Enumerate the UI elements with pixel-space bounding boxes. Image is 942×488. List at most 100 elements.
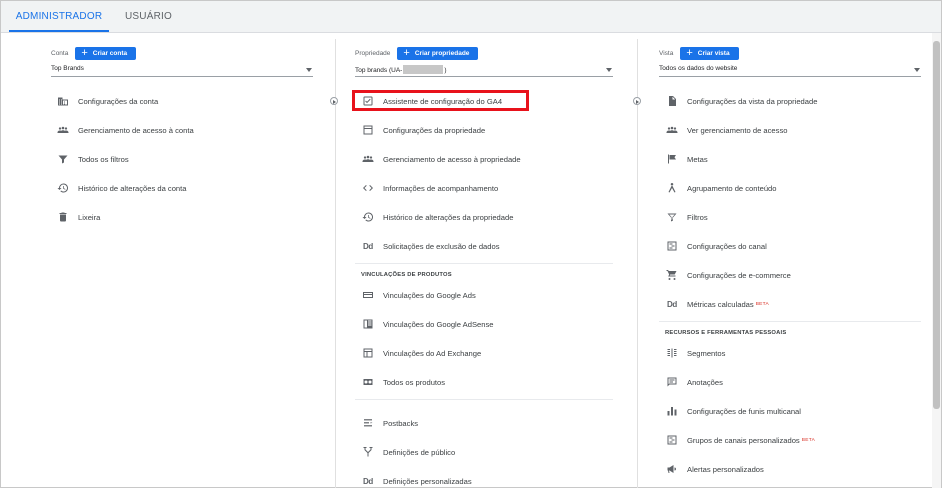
menu-item-label: Alertas personalizados xyxy=(687,464,764,474)
people-icon xyxy=(665,123,679,137)
menu-item-label: Lixeira xyxy=(78,212,101,222)
menu-item-label: Configurações da vista da propriedade xyxy=(687,96,818,106)
property-change-history-item[interactable]: Histórico de alterações da propriedade xyxy=(361,208,513,226)
menu-item-label: Todos os filtros xyxy=(78,154,129,164)
all-filters-item[interactable]: Todos os filtros xyxy=(56,150,129,168)
menu-item-label: Agrupamento de conteúdo xyxy=(687,183,777,193)
plus-icon: + xyxy=(403,46,410,59)
property-selector[interactable]: Top brands (UA-) xyxy=(355,65,613,77)
menu-item-label: Histórico de alterações da propriedade xyxy=(383,212,514,222)
custom-definitions-item[interactable]: Dd Definições personalizadas xyxy=(361,472,472,488)
menu-item-label: Configurações de funis multicanal xyxy=(687,406,801,416)
menu-item-label: Segmentos xyxy=(687,348,726,358)
scrollbar-thumb[interactable] xyxy=(933,41,940,409)
admin-page: ADMINISTRADOR USUÁRIO Conta + Criar cont… xyxy=(0,0,942,488)
view-header: Vista + Criar vista xyxy=(659,45,739,61)
expand-arrow-icon[interactable] xyxy=(330,97,338,105)
adsense-links-item[interactable]: Vinculações do Google AdSense xyxy=(361,315,493,333)
menu-item-label: Solicitações de exclusão de dados xyxy=(383,241,500,251)
account-change-history-item[interactable]: Histórico de alterações da conta xyxy=(56,179,186,197)
calculated-metrics-item[interactable]: Dd Métricas calculadas BETA xyxy=(665,295,769,313)
create-view-label: Criar vista xyxy=(697,49,730,57)
beta-badge: BETA xyxy=(801,437,816,443)
window-icon xyxy=(361,123,375,137)
menu-item-label: Ver gerenciamento de acesso xyxy=(687,125,788,135)
annotations-item[interactable]: Anotações xyxy=(665,373,723,391)
menu-item-label: Vinculações do Ad Exchange xyxy=(383,348,482,358)
google-ads-links-item[interactable]: Vinculações do Google Ads xyxy=(361,286,476,304)
menu-item-label: Gerenciamento de acesso à propriedade xyxy=(383,154,521,164)
trash-icon xyxy=(56,210,70,224)
dd-icon: Dd xyxy=(666,299,678,309)
account-access-management-item[interactable]: Gerenciamento de acesso à conta xyxy=(56,121,194,139)
redacted-id xyxy=(403,65,444,74)
property-header: Propriedade + Criar propriedade xyxy=(355,45,479,61)
dd-icon: Dd xyxy=(362,476,374,486)
dropdown-arrow-icon xyxy=(914,68,920,72)
menu-item-label: Assistente de configuração do GA4 xyxy=(383,96,503,106)
filters-item[interactable]: Filtros xyxy=(665,208,708,226)
building-icon xyxy=(56,94,70,108)
property-access-management-item[interactable]: Gerenciamento de acesso à propriedade xyxy=(361,150,521,168)
property-column: Propriedade + Criar propriedade Top bran… xyxy=(335,33,637,488)
expand-arrow-icon[interactable] xyxy=(633,97,641,105)
view-selector[interactable]: Todos os dados do website xyxy=(659,65,921,77)
ad-exchange-links-item[interactable]: Vinculações do Ad Exchange xyxy=(361,344,481,362)
checkbox-icon xyxy=(361,94,375,108)
cart-icon xyxy=(665,268,679,282)
create-account-button[interactable]: + Criar conta xyxy=(75,46,137,60)
create-property-button[interactable]: + Criar propriedade xyxy=(397,46,479,60)
menu-item-label: Definições personalizadas xyxy=(383,476,472,486)
tracking-info-item[interactable]: Informações de acompanhamento xyxy=(361,179,498,197)
people-icon xyxy=(361,152,375,166)
dropdown-arrow-icon xyxy=(606,68,612,72)
code-icon xyxy=(361,181,375,195)
postbacks-item[interactable]: Postbacks xyxy=(361,414,418,432)
menu-item-label: Configurações de e-commerce xyxy=(687,270,791,280)
filter-icon xyxy=(665,210,679,224)
custom-alerts-item[interactable]: Alertas personalizados xyxy=(665,460,764,478)
create-view-button[interactable]: + Criar vista xyxy=(680,46,739,60)
view-label: Vista xyxy=(659,49,674,57)
tab-administrator[interactable]: ADMINISTRADOR xyxy=(11,11,107,22)
tab-user[interactable]: USUÁRIO xyxy=(125,11,172,22)
menu-item-label: Histórico de alterações da conta xyxy=(78,183,187,193)
account-column: Conta + Criar conta Top Brands Configura… xyxy=(1,33,335,488)
document-icon xyxy=(665,94,679,108)
view-settings-item[interactable]: Configurações da vista da propriedade xyxy=(665,92,817,110)
menu-item-label: Postbacks xyxy=(383,418,419,428)
personal-tools-section-title: RECURSOS E FERRAMENTAS PESSOAIS xyxy=(665,330,787,336)
data-deletion-requests-item[interactable]: Dd Solicitações de exclusão de dados xyxy=(361,237,500,255)
property-label: Propriedade xyxy=(355,49,391,57)
account-selector[interactable]: Top Brands xyxy=(51,65,313,77)
all-products-item[interactable]: Todos os produtos xyxy=(361,373,445,391)
account-settings-item[interactable]: Configurações da conta xyxy=(56,92,158,110)
ga4-setup-assistant-item[interactable]: Assistente de configuração do GA4 xyxy=(361,92,502,110)
annotations-icon xyxy=(665,375,679,389)
audience-icon xyxy=(361,445,375,459)
plus-icon: + xyxy=(81,46,88,59)
ecommerce-settings-item[interactable]: Configurações de e-commerce xyxy=(665,266,791,284)
channel-groups-icon xyxy=(665,433,679,447)
multichannel-funnels-settings-item[interactable]: Configurações de funis multicanal xyxy=(665,402,801,420)
channel-settings-item[interactable]: Configurações do canal xyxy=(665,237,767,255)
menu-item-label: Configurações da propriedade xyxy=(383,125,486,135)
view-access-management-item[interactable]: Ver gerenciamento de acesso xyxy=(665,121,787,139)
goals-item[interactable]: Metas xyxy=(665,150,708,168)
megaphone-icon xyxy=(665,462,679,476)
segments-item[interactable]: Segmentos xyxy=(665,344,725,362)
beta-badge: BETA xyxy=(755,301,770,307)
menu-item-label: Vinculações do Google Ads xyxy=(383,290,476,300)
audience-definitions-item[interactable]: Definições de público xyxy=(361,443,455,461)
bar-chart-icon xyxy=(665,404,679,418)
create-property-label: Criar propriedade xyxy=(414,49,470,57)
active-tab-indicator xyxy=(9,30,109,32)
property-settings-item[interactable]: Configurações da propriedade xyxy=(361,121,485,139)
content-grouping-item[interactable]: Agrupamento de conteúdo xyxy=(665,179,777,197)
account-selected-value: Top Brands xyxy=(51,65,84,72)
history-icon xyxy=(56,181,70,195)
trash-item[interactable]: Lixeira xyxy=(56,208,100,226)
filter-icon xyxy=(56,152,70,166)
custom-channel-groups-item[interactable]: Grupos de canais personalizados BETA xyxy=(665,431,815,449)
content-grouping-icon xyxy=(665,181,679,195)
